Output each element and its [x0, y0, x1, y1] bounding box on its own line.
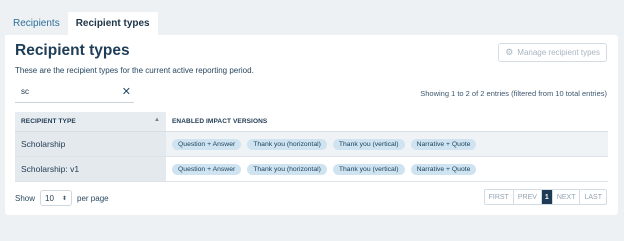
page-size-value: 10: [45, 193, 54, 203]
sort-icon: ▲: [153, 117, 160, 123]
column-header-enabled-versions: ENABLED IMPACT VERSIONS: [172, 118, 268, 125]
pager-next[interactable]: NEXT: [553, 190, 581, 204]
tab-recipient-types[interactable]: Recipient types: [67, 12, 158, 35]
search-input[interactable]: [21, 87, 111, 96]
table-row: Scholarship: v1 Question + Answer Thank …: [15, 157, 608, 182]
search-box: ✕: [15, 84, 134, 103]
version-pills: Question + Answer Thank you (horizontal)…: [166, 157, 608, 181]
table-row: Scholarship Question + Answer Thank you …: [15, 132, 608, 157]
chevron-updown-icon: ⬍: [61, 195, 68, 202]
manage-recipient-types-button[interactable]: ⚙ Manage recipient types: [498, 43, 607, 62]
gear-icon: ⚙: [505, 47, 514, 57]
page-title: Recipient types: [15, 42, 130, 59]
version-pill: Question + Answer: [172, 138, 242, 150]
version-pill: Thank you (horizontal): [247, 138, 327, 150]
column-header-recipient-type[interactable]: RECIPIENT TYPE ▲: [15, 112, 166, 131]
content-panel: Recipient types These are the recipient …: [5, 35, 618, 215]
page-subtitle: These are the recipient types for the cu…: [15, 66, 254, 75]
recipient-type-name: Scholarship: [15, 132, 166, 156]
version-pill: Narrative + Quote: [410, 163, 477, 175]
version-pill: Question + Answer: [172, 163, 242, 175]
version-pill: Thank you (vertical): [332, 138, 405, 150]
tab-recipients[interactable]: Recipients: [5, 12, 68, 35]
recipient-type-name: Scholarship: v1: [15, 157, 166, 181]
version-pill: Narrative + Quote: [410, 138, 477, 150]
page-size-select[interactable]: 10 ⬍: [40, 190, 73, 206]
version-pills: Question + Answer Thank you (horizontal)…: [166, 132, 608, 156]
pager-page-1[interactable]: 1: [541, 190, 553, 204]
tab-bar: Recipients Recipient types: [5, 12, 158, 35]
version-pill: Thank you (vertical): [332, 163, 405, 175]
manage-button-label: Manage recipient types: [517, 48, 600, 57]
page-size-control: Show 10 ⬍ per page: [15, 190, 109, 206]
column-header-label: RECIPIENT TYPE: [21, 118, 76, 125]
pager-prev[interactable]: PREV: [514, 190, 542, 204]
entries-info: Showing 1 to 2 of 2 entries (filtered fr…: [420, 89, 607, 98]
show-label: Show: [15, 193, 36, 203]
table-header: RECIPIENT TYPE ▲ ENABLED IMPACT VERSIONS: [15, 112, 608, 132]
pager-last[interactable]: LAST: [580, 190, 606, 204]
pager-first[interactable]: FIRST: [485, 190, 514, 204]
close-icon[interactable]: ✕: [122, 85, 131, 98]
pagination: FIRST PREV 1 NEXT LAST: [483, 189, 607, 205]
version-pill: Thank you (horizontal): [247, 163, 327, 175]
recipient-types-table: RECIPIENT TYPE ▲ ENABLED IMPACT VERSIONS…: [15, 112, 608, 182]
per-page-label: per page: [77, 193, 109, 203]
